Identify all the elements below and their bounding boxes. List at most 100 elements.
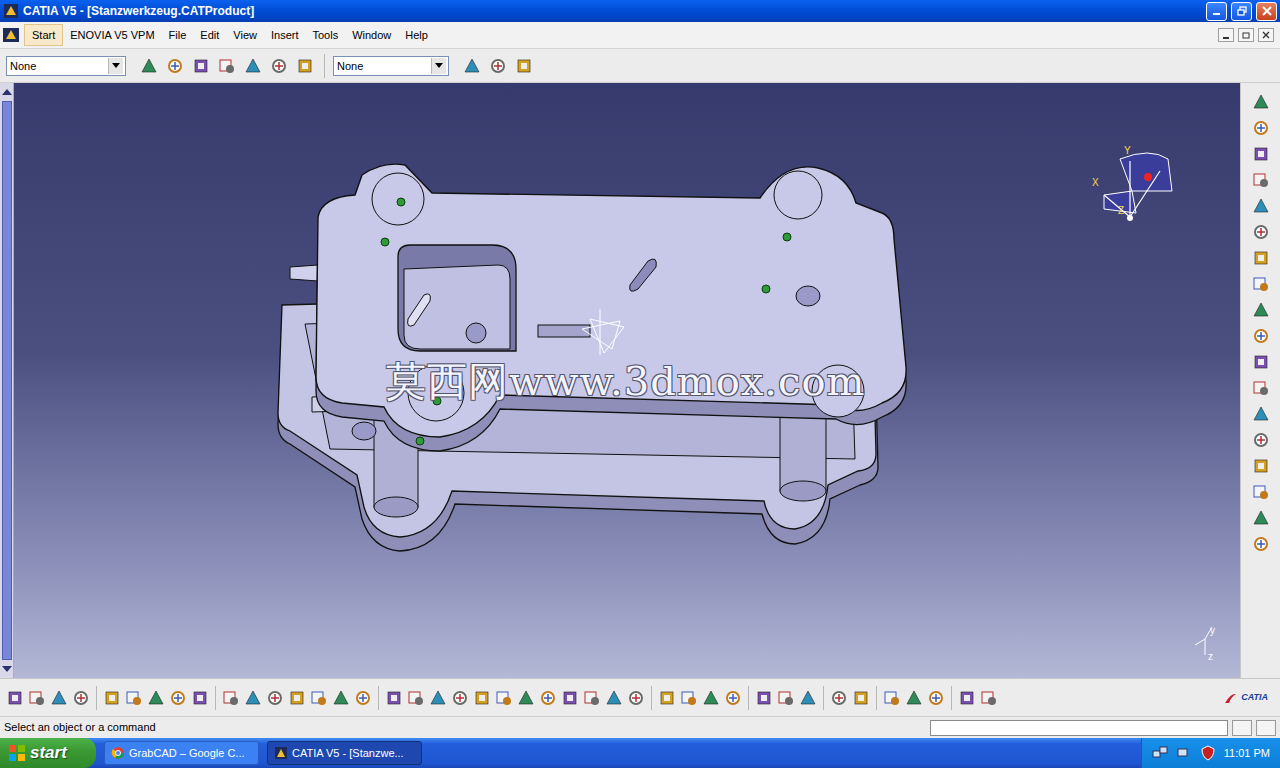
menu-item[interactable]: Insert: [264, 25, 306, 46]
tool-icon: [755, 689, 773, 707]
tool-icon[interactable]: [625, 687, 647, 709]
tool-icon[interactable]: [220, 687, 242, 709]
tool-icon[interactable]: [123, 687, 145, 709]
tool-icon[interactable]: [1250, 299, 1272, 321]
tool-icon[interactable]: [1250, 351, 1272, 373]
start-button[interactable]: start: [0, 738, 96, 768]
tool-icon[interactable]: [978, 687, 1000, 709]
tool-icon[interactable]: [1250, 91, 1272, 113]
menu-item[interactable]: File: [162, 25, 194, 46]
tool-icon[interactable]: [268, 55, 290, 77]
tool-icon[interactable]: [1250, 507, 1272, 529]
layer-select[interactable]: None: [333, 56, 449, 76]
tool-icon[interactable]: [903, 687, 925, 709]
tool-icon[interactable]: [513, 55, 535, 77]
tool-icon[interactable]: [1250, 429, 1272, 451]
tool-icon[interactable]: [493, 687, 515, 709]
tool-icon[interactable]: [1250, 403, 1272, 425]
tool-icon[interactable]: [487, 55, 509, 77]
tool-icon[interactable]: [1250, 221, 1272, 243]
minimize-button[interactable]: [1206, 2, 1227, 21]
tool-icon[interactable]: [48, 687, 70, 709]
tool-icon[interactable]: [190, 55, 212, 77]
tool-icon[interactable]: [330, 687, 352, 709]
doc-restore-button[interactable]: [1238, 28, 1254, 42]
menu-item[interactable]: Start: [24, 24, 63, 47]
tool-icon[interactable]: [189, 687, 211, 709]
tool-icon[interactable]: [308, 687, 330, 709]
filter-select[interactable]: None: [6, 56, 126, 76]
tool-icon[interactable]: [925, 687, 947, 709]
tool-icon[interactable]: [1250, 117, 1272, 139]
command-button[interactable]: [1256, 720, 1276, 736]
tool-icon: [561, 689, 579, 707]
tool-icon[interactable]: [881, 687, 903, 709]
close-button[interactable]: [1256, 2, 1277, 21]
doc-minimize-button[interactable]: [1218, 28, 1234, 42]
tool-icon[interactable]: [286, 687, 308, 709]
tool-icon: [140, 57, 158, 75]
vertical-scrollbar[interactable]: [0, 83, 14, 678]
tool-icon[interactable]: [1250, 169, 1272, 191]
tool-icon[interactable]: [722, 687, 744, 709]
tool-icon[interactable]: [1250, 273, 1272, 295]
tool-icon[interactable]: [581, 687, 603, 709]
tool-icon[interactable]: [1250, 455, 1272, 477]
tool-icon[interactable]: [1250, 325, 1272, 347]
tool-icon[interactable]: [1250, 195, 1272, 217]
tool-icon[interactable]: [1250, 533, 1272, 555]
tool-icon[interactable]: [1250, 377, 1272, 399]
menu-item[interactable]: Tools: [305, 25, 345, 46]
tool-icon[interactable]: [164, 55, 186, 77]
menu-item[interactable]: View: [226, 25, 264, 46]
tool-icon[interactable]: [956, 687, 978, 709]
tool-icon[interactable]: [167, 687, 189, 709]
task-button[interactable]: GrabCAD – Google C...: [104, 741, 259, 765]
tool-icon[interactable]: [850, 687, 872, 709]
tool-icon[interactable]: [294, 55, 316, 77]
tool-icon[interactable]: [4, 687, 26, 709]
menu-item[interactable]: ENOVIA V5 VPM: [63, 25, 161, 46]
tool-icon[interactable]: [700, 687, 722, 709]
command-button[interactable]: [1232, 720, 1252, 736]
tool-icon[interactable]: [242, 55, 264, 77]
tool-icon[interactable]: [138, 55, 160, 77]
tool-icon[interactable]: [449, 687, 471, 709]
scroll-thumb[interactable]: [2, 101, 12, 660]
tool-icon[interactable]: [603, 687, 625, 709]
tool-icon[interactable]: [427, 687, 449, 709]
menu-item[interactable]: Window: [345, 25, 398, 46]
tool-icon[interactable]: [264, 687, 286, 709]
menu-item[interactable]: Help: [398, 25, 435, 46]
command-input[interactable]: [930, 720, 1228, 736]
tool-icon[interactable]: [678, 687, 700, 709]
tool-icon[interactable]: [1250, 247, 1272, 269]
tool-icon[interactable]: [471, 687, 493, 709]
tool-icon[interactable]: [828, 687, 850, 709]
tool-icon[interactable]: [242, 687, 264, 709]
tool-icon[interactable]: [26, 687, 48, 709]
tool-icon[interactable]: [383, 687, 405, 709]
tool-icon[interactable]: [515, 687, 537, 709]
tool-icon[interactable]: [216, 55, 238, 77]
menu-item[interactable]: Edit: [193, 25, 226, 46]
tool-icon[interactable]: [537, 687, 559, 709]
tool-icon[interactable]: [797, 687, 819, 709]
task-button[interactable]: CATIA V5 - [Stanzwe...: [267, 741, 422, 765]
tool-icon[interactable]: [753, 687, 775, 709]
3d-viewport[interactable]: Y X Z y z 莫西网www.3dmox.com: [14, 83, 1240, 678]
tool-icon[interactable]: [1250, 481, 1272, 503]
restore-button[interactable]: [1231, 2, 1252, 21]
doc-close-button[interactable]: [1258, 28, 1274, 42]
tool-icon[interactable]: [461, 55, 483, 77]
tool-icon[interactable]: [775, 687, 797, 709]
tool-icon[interactable]: [405, 687, 427, 709]
tool-icon[interactable]: [70, 687, 92, 709]
tool-icon[interactable]: [656, 687, 678, 709]
toolbar-separator: [96, 686, 97, 710]
tool-icon[interactable]: [352, 687, 374, 709]
tool-icon[interactable]: [101, 687, 123, 709]
tool-icon[interactable]: [559, 687, 581, 709]
tool-icon[interactable]: [1250, 143, 1272, 165]
tool-icon[interactable]: [145, 687, 167, 709]
